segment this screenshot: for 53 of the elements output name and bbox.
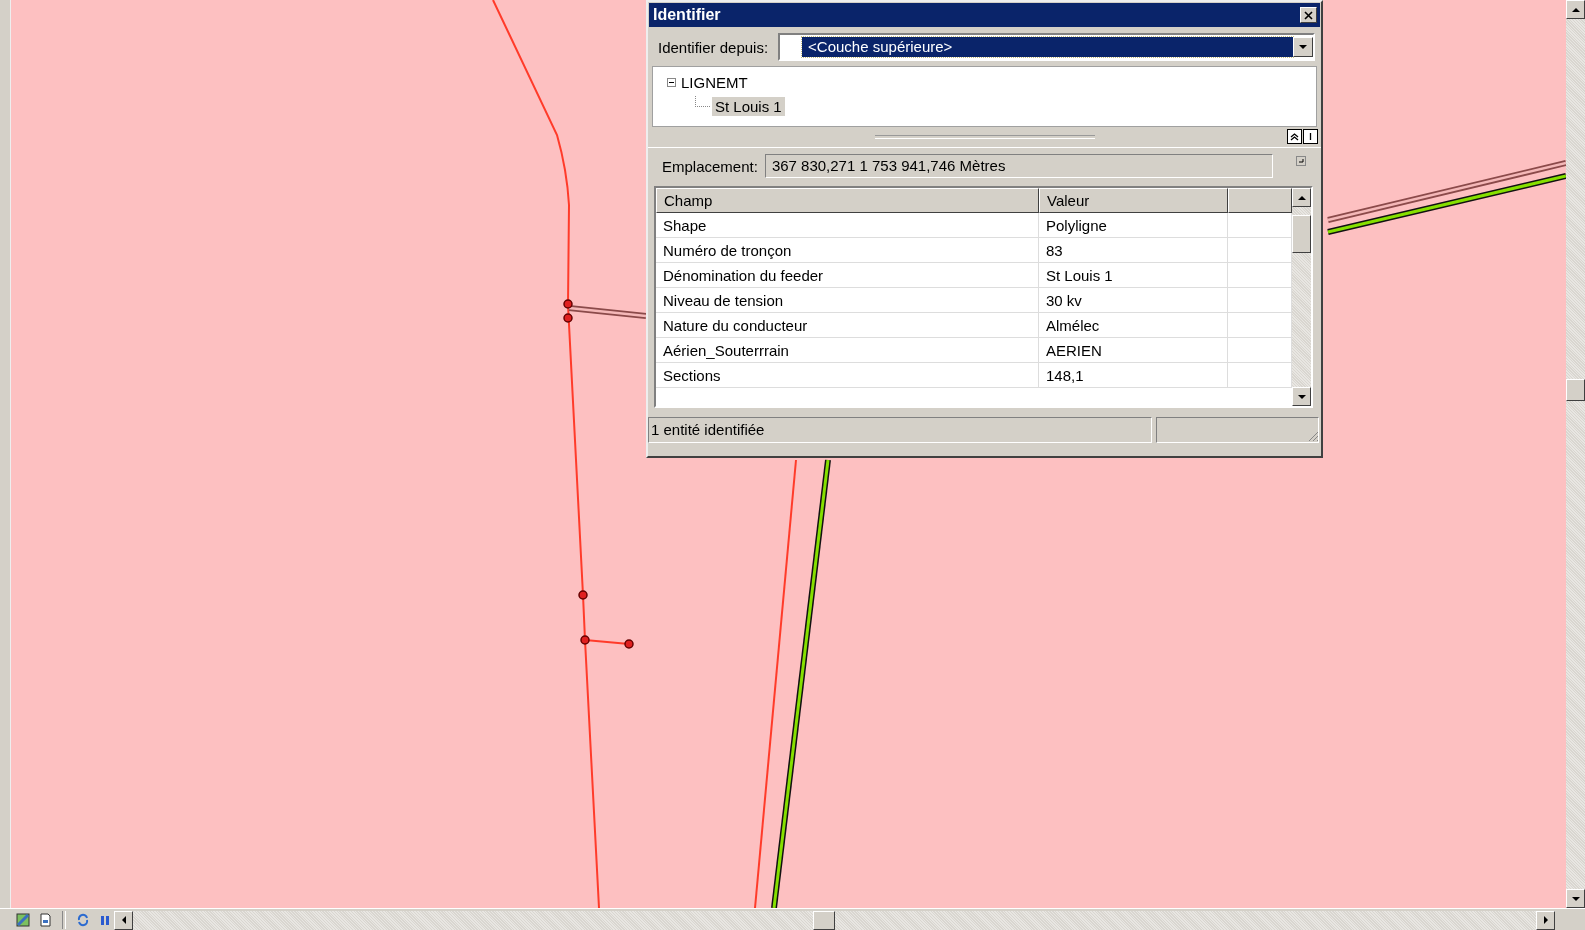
column-header[interactable]: Valeur	[1039, 188, 1228, 213]
table-cell: Nature du conducteur	[656, 313, 1039, 338]
horizontal-scrollbar[interactable]	[114, 910, 1555, 930]
data-view-button[interactable]	[14, 911, 32, 929]
table-cell: Sections	[656, 363, 1039, 388]
scroll-thumb[interactable]	[1566, 379, 1585, 401]
scroll-left-button[interactable]	[114, 910, 133, 930]
table-cell: Aérien_Souterrrain	[656, 338, 1039, 363]
status-text: 1 entité identifiée	[648, 417, 1152, 443]
map-canvas[interactable]	[11, 0, 1566, 908]
table-cell: AERIEN	[1039, 338, 1228, 363]
field-label: Emplacement:	[662, 157, 758, 175]
table-cell: Numéro de tronçon	[656, 238, 1039, 263]
double-chevron-icon	[1290, 132, 1299, 141]
table-cell: Niveau de tension	[656, 288, 1039, 313]
scroll-down-button[interactable]	[1566, 889, 1585, 908]
field-label: Identifier depuis:	[658, 38, 769, 56]
table-cell: Shape	[656, 213, 1039, 238]
tree-item[interactable]: St Louis 1	[712, 96, 785, 116]
location-field: 367 830,271 1 753 941,746 Mètres	[764, 154, 1273, 178]
resize-grip-icon[interactable]	[1307, 430, 1319, 442]
scroll-right-button[interactable]	[1536, 910, 1555, 930]
splitter-grip[interactable]	[874, 135, 1095, 139]
table-cell: Dénomination du feeder	[656, 263, 1039, 288]
node-marker	[580, 635, 590, 645]
node-marker	[578, 590, 588, 600]
window-title: Identifier	[653, 6, 721, 24]
column-header[interactable]: Champ	[656, 188, 1039, 213]
scroll-thumb[interactable]	[813, 910, 835, 930]
scroll-down-button[interactable]	[1292, 387, 1311, 406]
node-marker	[563, 313, 573, 323]
table-cell: St Louis 1	[1039, 263, 1228, 288]
column-header[interactable]	[1228, 188, 1292, 213]
close-icon	[1304, 10, 1313, 20]
table-cell: 83	[1039, 238, 1228, 263]
node-marker	[624, 639, 634, 649]
small-button-icon[interactable]	[1295, 156, 1306, 166]
table-cell: 30 kv	[1039, 288, 1228, 313]
scroll-up-button[interactable]	[1292, 188, 1311, 207]
layer-dropdown[interactable]: <Couche supérieure>	[778, 33, 1315, 61]
collapse-icon[interactable]	[667, 77, 676, 87]
node-marker	[563, 299, 573, 309]
table-cell: Polyligne	[1039, 213, 1228, 238]
panel-layout-button[interactable]	[1303, 129, 1318, 144]
scroll-thumb[interactable]	[1292, 215, 1311, 253]
collapse-panel-button[interactable]	[1287, 129, 1302, 144]
table-cell: 148,1	[1039, 363, 1228, 388]
tree-item[interactable]: LIGNEMT	[678, 72, 751, 92]
vertical-scrollbar[interactable]	[1292, 188, 1311, 406]
close-button[interactable]	[1300, 7, 1317, 23]
table-cell: Almélec	[1039, 313, 1228, 338]
vertical-scrollbar[interactable]	[1566, 0, 1585, 908]
scroll-up-button[interactable]	[1566, 0, 1585, 19]
